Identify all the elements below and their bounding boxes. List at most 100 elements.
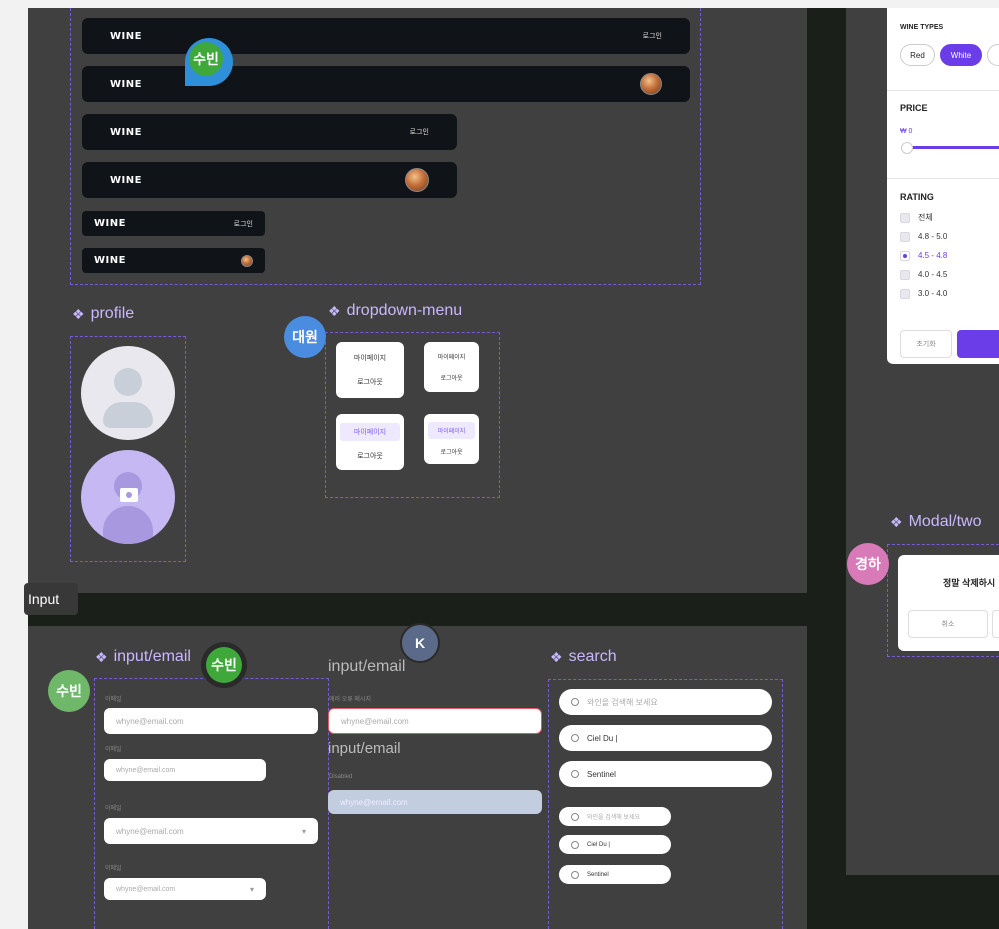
rating-option-all[interactable]: 전체: [900, 208, 947, 227]
search-input-large-empty[interactable]: 와인을 검색해 보세요: [559, 689, 772, 715]
input-label: 이메일: [105, 866, 122, 872]
search-input-large-typing[interactable]: Ciel Du |: [559, 725, 772, 751]
menu-item-logout[interactable]: 로그아웃: [440, 373, 462, 382]
dropdown-menu-large[interactable]: 마이페이지 로그아웃: [336, 342, 404, 398]
gnb-small-profile[interactable]: WINE: [82, 248, 265, 273]
apply-button[interactable]: [957, 330, 999, 358]
checkbox[interactable]: [900, 231, 910, 242]
wine-logo: WINE: [110, 30, 142, 42]
collaborator-cursor-subin-2: 수빈: [48, 670, 90, 712]
dropdown-menu-small-hover[interactable]: 마이페이지 로그아웃: [424, 414, 479, 464]
search-input-small-typing[interactable]: Ciel Du |: [559, 835, 671, 854]
camera-icon: [120, 488, 138, 502]
component-icon: ❖: [328, 302, 341, 319]
reset-button[interactable]: 초기화: [900, 330, 952, 358]
search-input-small-filled[interactable]: Sentinel: [559, 865, 671, 884]
email-input-small[interactable]: whyne@email.com: [104, 759, 266, 781]
menu-item-logout[interactable]: 로그아웃: [440, 447, 462, 456]
search-placeholder: 와인을 검색해 보세요: [587, 815, 641, 821]
login-link[interactable]: 로그인: [410, 127, 429, 137]
rating-label: 전체: [918, 213, 933, 222]
input-placeholder: whyne@email.com: [116, 716, 184, 726]
profile-avatar-icon[interactable]: [241, 254, 253, 267]
gnb-large-profile[interactable]: WINE: [82, 66, 690, 102]
search-input-small-empty[interactable]: 와인을 검색해 보세요: [559, 807, 671, 826]
menu-item-mypage[interactable]: 마이페이지: [340, 423, 400, 441]
menu-item-logout[interactable]: 로그아웃: [357, 377, 383, 387]
checkbox[interactable]: [900, 269, 910, 280]
search-value: Ciel Du |: [587, 841, 610, 848]
email-input-error[interactable]: whyne@email.com: [328, 708, 542, 734]
price-slider-track[interactable]: [907, 146, 999, 149]
component-icon: ❖: [890, 513, 903, 530]
gnb-large-login[interactable]: WINE 로그인: [82, 18, 690, 54]
rating-list: 전체 4.8 - 5.0 4.5 - 4.8 4.0 - 4.5 3.0 - 4…: [900, 208, 947, 303]
default-profile-avatar[interactable]: [81, 346, 175, 440]
email-input-large[interactable]: whyne@email.com: [104, 708, 318, 734]
profile-avatar-icon[interactable]: [405, 168, 429, 192]
checkbox-checked[interactable]: [900, 250, 910, 261]
section-title-text: search: [568, 648, 617, 665]
cancel-button[interactable]: 취소: [908, 610, 988, 638]
wine-types-title: WINE TYPES: [900, 24, 944, 31]
search-box: [548, 679, 783, 929]
gnb-small-login[interactable]: WINE 로그인: [82, 211, 265, 236]
section-title-search: ❖ search: [550, 648, 617, 666]
price-slider-handle[interactable]: [901, 142, 913, 154]
dropdown-menu-large-hover[interactable]: 마이페이지 로그아웃: [336, 414, 404, 470]
wine-logo: WINE: [110, 78, 142, 90]
section-title-dropdown: ❖ dropdown-menu: [328, 302, 462, 320]
rating-label: 3.0 - 4.0: [918, 289, 948, 298]
cursor-label: 수빈: [206, 647, 242, 683]
section-title-profile: ❖ profile: [72, 305, 134, 323]
email-select-small[interactable]: whyne@email.com ▾: [104, 878, 266, 900]
dropdown-menu-small[interactable]: 마이페이지 로그아웃: [424, 342, 479, 392]
component-icon: ❖: [72, 305, 85, 322]
divider: [887, 178, 999, 179]
menu-item-mypage[interactable]: 마이페이지: [428, 422, 475, 439]
person-head-icon: [114, 368, 142, 396]
email-select-large[interactable]: whyne@email.com ▾: [104, 818, 318, 844]
input-label: 이메일: [105, 697, 122, 703]
profile-avatar-icon[interactable]: [640, 73, 662, 95]
type-chip-red[interactable]: Red: [900, 44, 935, 66]
menu-item-mypage[interactable]: 마이페이지: [354, 353, 386, 363]
menu-item-logout[interactable]: 로그아웃: [357, 451, 383, 461]
edit-profile-avatar[interactable]: [81, 450, 175, 544]
search-value: Ciel Du |: [587, 733, 618, 743]
cursor-label: 수빈: [189, 42, 223, 76]
search-placeholder: 와인을 검색해 보세요: [587, 697, 658, 707]
menu-item-mypage[interactable]: 마이페이지: [438, 352, 466, 361]
section-title-modal: ❖ Modal/two: [890, 513, 981, 531]
section-title-input-email-3: input/email: [328, 740, 401, 757]
rating-option-40-45[interactable]: 4.0 - 4.5: [900, 265, 947, 284]
search-icon: [571, 840, 579, 849]
rating-option-48-50[interactable]: 4.8 - 5.0: [900, 227, 947, 246]
section-title-input-email-2: input/email: [328, 658, 406, 675]
login-link[interactable]: 로그인: [643, 31, 662, 41]
search-icon: [571, 870, 579, 879]
section-title-text: Modal/two: [908, 513, 982, 530]
rating-label: 4.0 - 4.5: [918, 270, 948, 279]
delete-modal: 정말 삭제하시 취소: [898, 555, 999, 651]
login-link[interactable]: 로그인: [234, 219, 253, 229]
input-placeholder: whyne@email.com: [116, 885, 176, 893]
confirm-button-partial[interactable]: [992, 610, 999, 638]
search-input-large-filled[interactable]: Sentinel: [559, 761, 772, 787]
checkbox[interactable]: [900, 288, 910, 299]
input-placeholder: whyne@email.com: [341, 716, 409, 726]
checkbox[interactable]: [900, 212, 910, 223]
gnb-medium-login[interactable]: WINE 로그인: [82, 114, 457, 150]
rating-option-45-48[interactable]: 4.5 - 4.8: [900, 246, 947, 265]
filter-panel: WINE TYPES Red White PRICE ₩ 0 RATING 전체…: [887, 8, 999, 364]
collaborator-cursor-subin: 수빈: [185, 38, 233, 86]
section-title-text: input/email: [113, 648, 191, 665]
search-icon: [571, 734, 579, 742]
type-chip-white[interactable]: White: [940, 44, 982, 66]
price-value: ₩ 0: [900, 128, 913, 135]
gnb-medium-profile[interactable]: WINE: [82, 162, 457, 198]
type-chip-partial[interactable]: [987, 44, 999, 66]
modal-message: 정말 삭제하시: [943, 578, 996, 588]
disabled-label: Disabled: [329, 774, 353, 780]
rating-option-30-40[interactable]: 3.0 - 4.0: [900, 284, 947, 303]
